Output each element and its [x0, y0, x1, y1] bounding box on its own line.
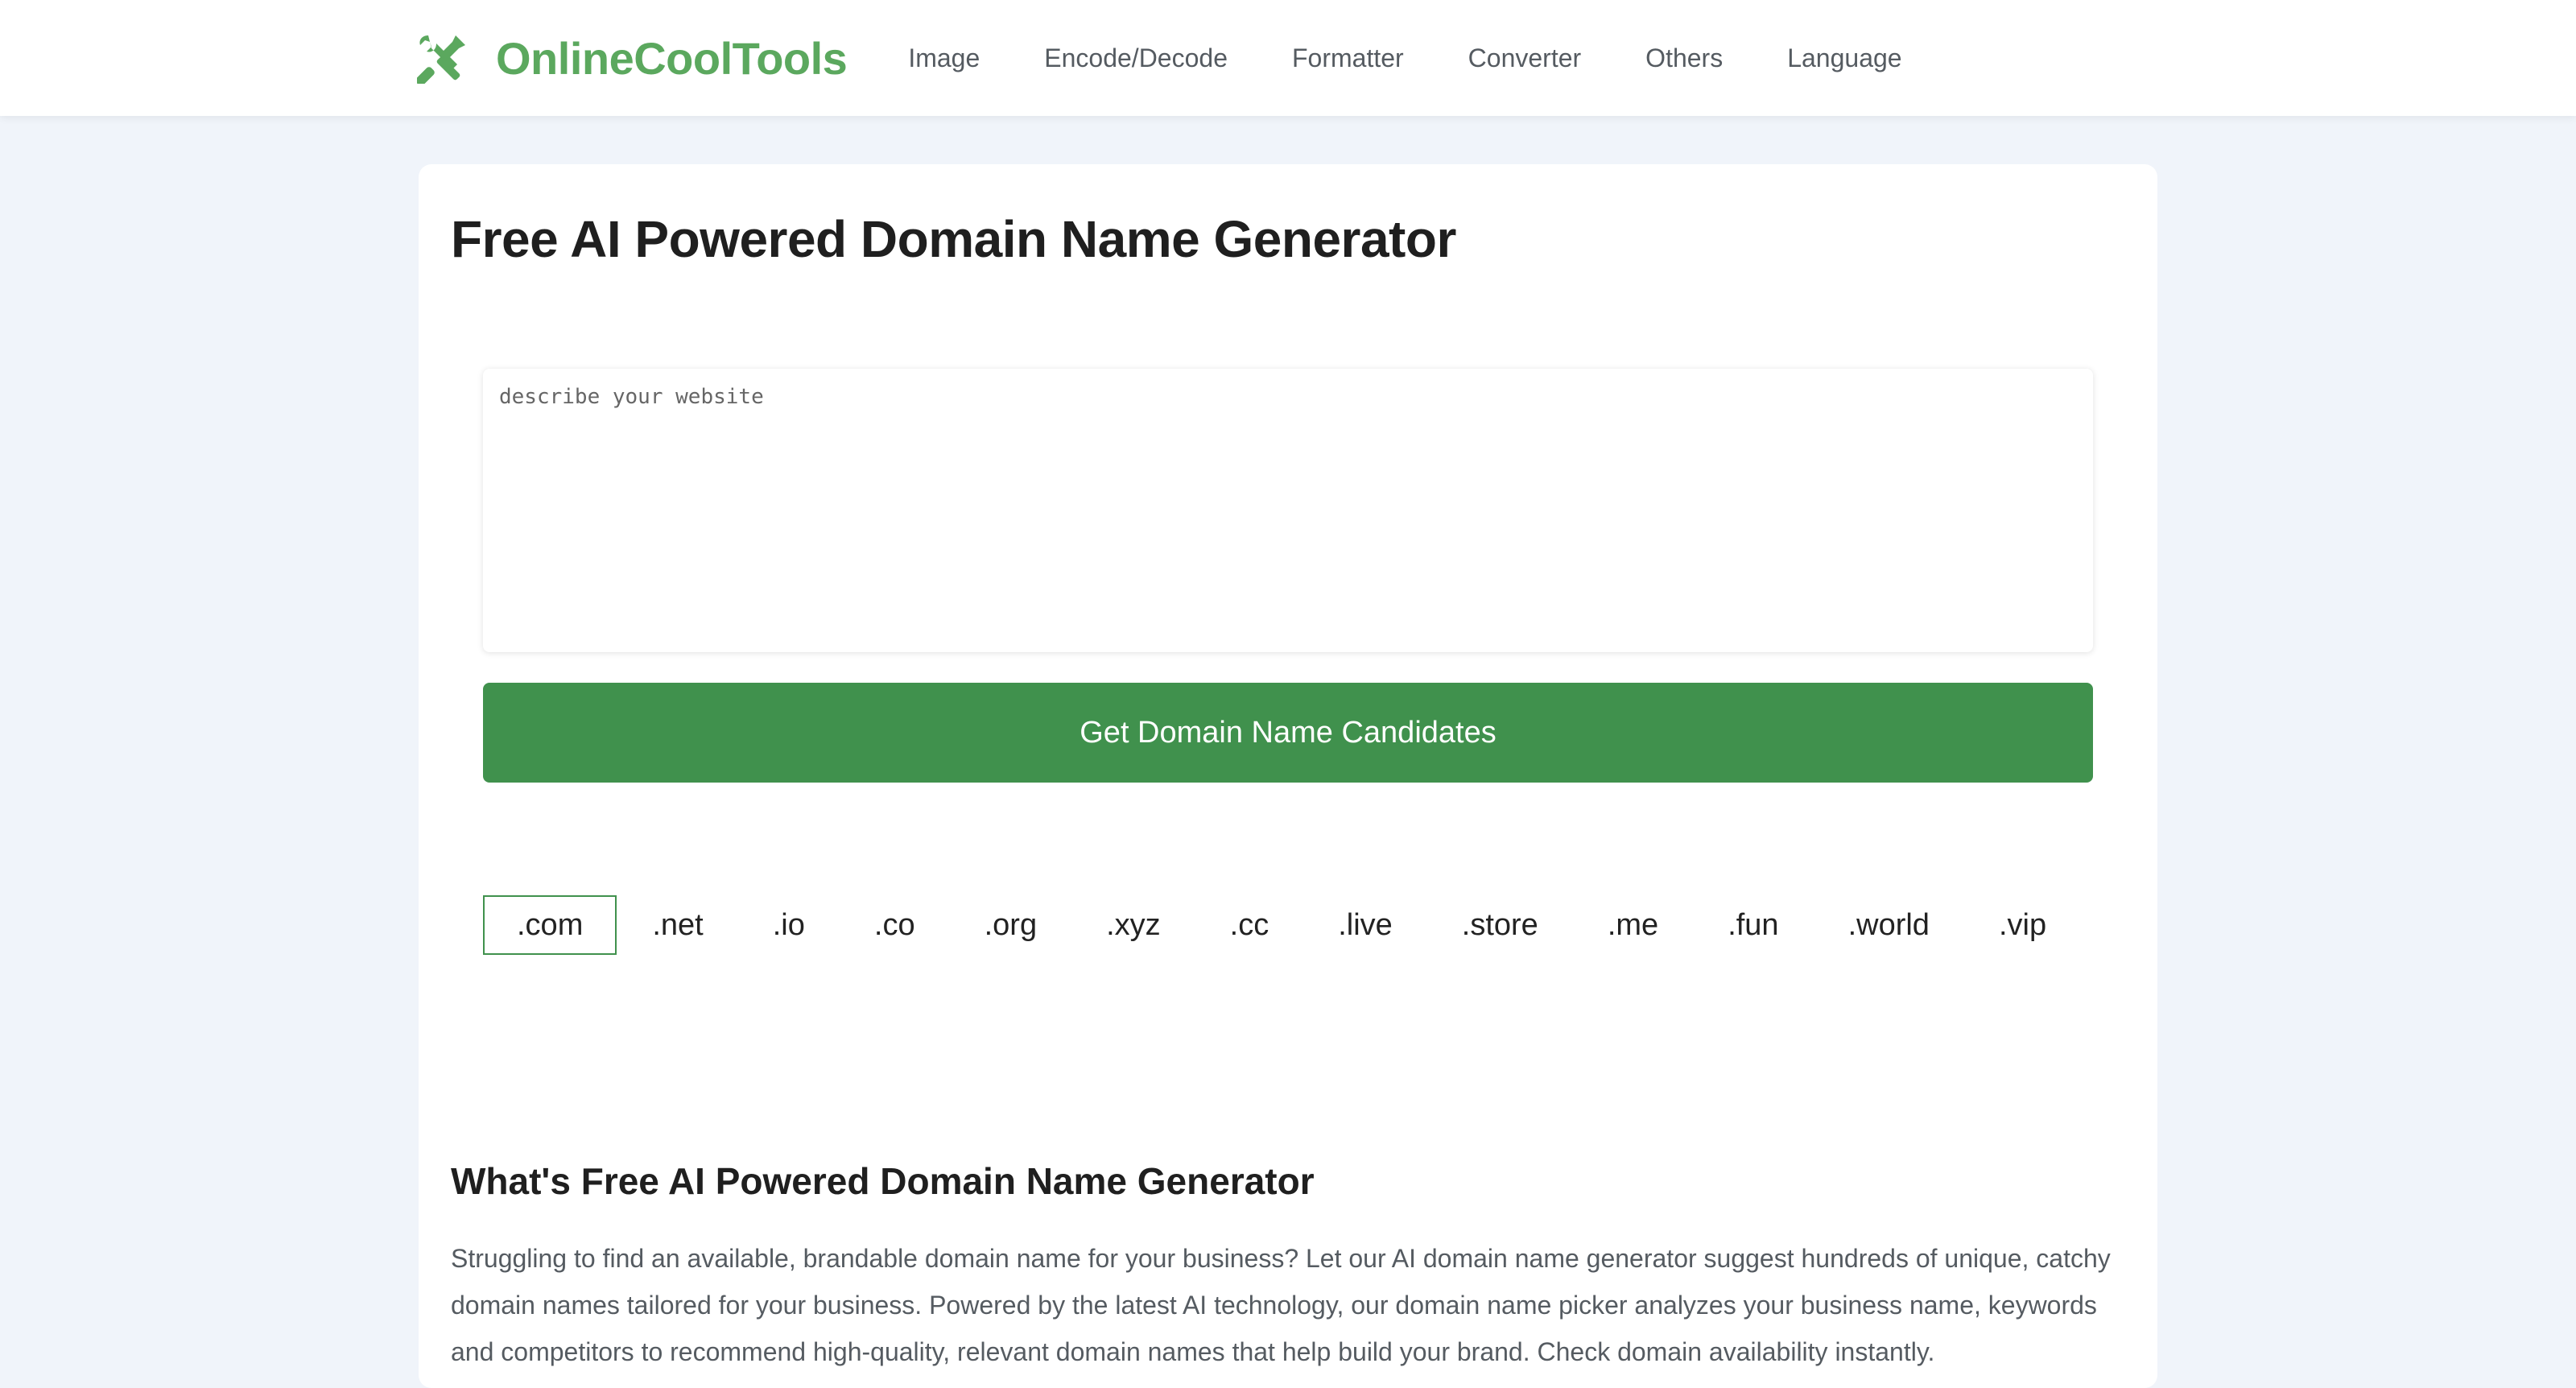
nav-image[interactable]: Image: [876, 43, 1012, 73]
tld-store[interactable]: .store: [1428, 895, 1572, 955]
brand-name: OnlineCoolTools: [496, 32, 848, 84]
tld-cc[interactable]: .cc: [1196, 895, 1303, 955]
main-card: Free AI Powered Domain Name Generator Ge…: [419, 164, 2157, 1388]
nav-converter[interactable]: Converter: [1436, 43, 1614, 73]
tld-fun[interactable]: .fun: [1694, 895, 1812, 955]
tld-me[interactable]: .me: [1574, 895, 1692, 955]
tld-xyz[interactable]: .xyz: [1072, 895, 1195, 955]
tld-co[interactable]: .co: [840, 895, 949, 955]
website-description-input[interactable]: [483, 369, 2093, 652]
nav-language[interactable]: Language: [1755, 43, 1934, 73]
about-heading: What's Free AI Powered Domain Name Gener…: [451, 1160, 1315, 1202]
tld-world[interactable]: .world: [1814, 895, 1963, 955]
tools-icon: [417, 35, 465, 84]
get-candidates-button[interactable]: Get Domain Name Candidates: [483, 683, 2093, 783]
nav-formatter[interactable]: Formatter: [1260, 43, 1436, 73]
tld-vip[interactable]: .vip: [1965, 895, 2080, 955]
nav-encode-decode[interactable]: Encode/Decode: [1012, 43, 1260, 73]
page-title: Free AI Powered Domain Name Generator: [451, 210, 1456, 268]
tld-org[interactable]: .org: [951, 895, 1071, 955]
tld-io[interactable]: .io: [739, 895, 839, 955]
tld-selector: .com .net .io .co .org .xyz .cc .live .s…: [483, 895, 2082, 955]
about-paragraph: Struggling to find an available, brandab…: [451, 1244, 2111, 1366]
tld-live[interactable]: .live: [1304, 895, 1426, 955]
site-logo-link[interactable]: OnlineCoolTools: [417, 32, 848, 85]
nav-others[interactable]: Others: [1613, 43, 1755, 73]
top-navbar: OnlineCoolTools Image Encode/Decode Form…: [0, 0, 2576, 116]
tld-com[interactable]: .com: [483, 895, 617, 955]
tld-net[interactable]: .net: [618, 895, 737, 955]
